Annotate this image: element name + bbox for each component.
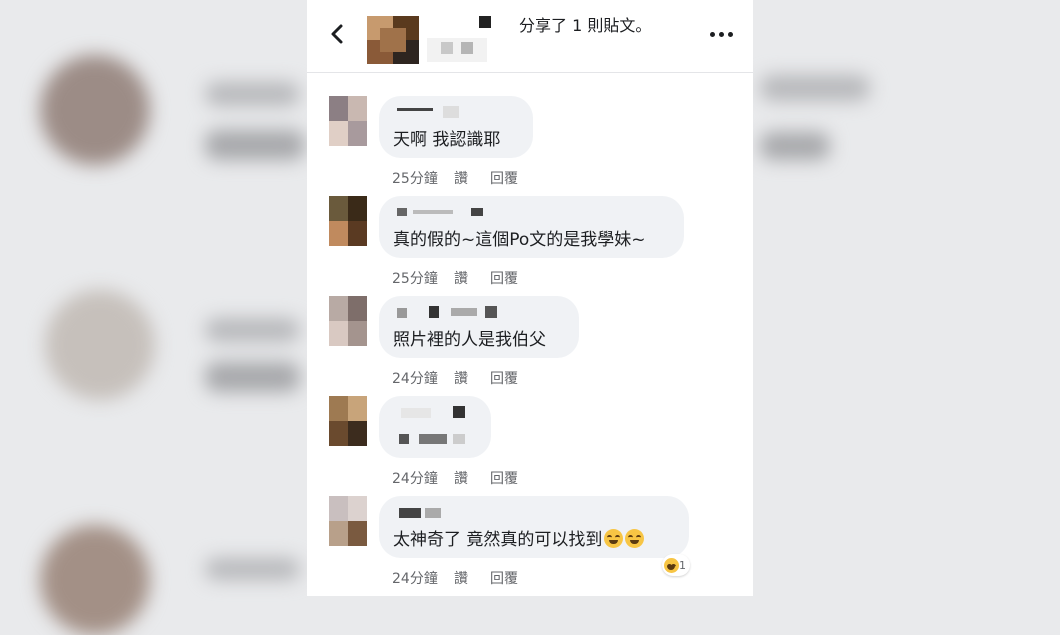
bg-bar <box>760 75 870 101</box>
avatar[interactable] <box>329 396 367 446</box>
like-button[interactable]: 讚 <box>454 368 490 388</box>
redacted-text <box>399 434 409 444</box>
back-arrow-icon[interactable] <box>327 20 349 48</box>
comment-text: 真的假的~這個Po文的是我學妹~ <box>393 230 646 250</box>
redacted-text <box>453 434 465 444</box>
haha-reaction-icon <box>664 557 679 573</box>
avatar[interactable] <box>367 16 419 64</box>
reply-button[interactable]: 回覆 <box>490 268 518 288</box>
bg-bar <box>205 558 300 580</box>
comment-text-body: 太神奇了 竟然真的可以找到 <box>393 530 603 550</box>
laughing-emoji-icon <box>604 529 624 548</box>
like-button[interactable]: 讚 <box>454 568 490 588</box>
like-button[interactable]: 讚 <box>454 468 490 488</box>
bg-avatar <box>40 525 150 635</box>
comment-time: 25分鐘 <box>392 171 438 187</box>
like-button[interactable]: 讚 <box>454 268 490 288</box>
bg-bar <box>205 130 305 160</box>
bg-bar <box>205 318 300 342</box>
avatar[interactable] <box>329 96 367 146</box>
comment-meta: 25分鐘讚回覆 <box>392 268 518 288</box>
avatar[interactable] <box>329 496 367 546</box>
comment-bubble[interactable]: 太神奇了 竟然真的可以找到 <box>379 496 689 558</box>
avatar[interactable] <box>329 196 367 246</box>
top-bar: 分享了 1 則貼文。 <box>307 0 753 73</box>
comment-text: 照片裡的人是我伯父 <box>393 330 546 350</box>
comment-bubble[interactable]: 照片裡的人是我伯父 <box>379 296 579 358</box>
comment-meta: 25分鐘讚回覆 <box>392 168 518 188</box>
bg-bar <box>205 362 300 392</box>
redacted-name <box>395 306 505 320</box>
reaction-count: 1 <box>679 558 686 572</box>
like-button[interactable]: 讚 <box>454 168 490 188</box>
reply-button[interactable]: 回覆 <box>490 468 518 488</box>
comment-time: 25分鐘 <box>392 271 438 287</box>
laughing-emoji-icon <box>625 529 645 548</box>
reply-button[interactable]: 回覆 <box>490 368 518 388</box>
comment-time: 24分鐘 <box>392 371 438 387</box>
redacted-name <box>427 14 519 66</box>
bg-bar <box>760 132 830 160</box>
comment-time: 24分鐘 <box>392 471 438 487</box>
reply-button[interactable]: 回覆 <box>490 568 518 588</box>
avatar[interactable] <box>329 296 367 346</box>
redacted-name <box>395 106 475 120</box>
comment-bubble[interactable]: 天啊 我認識耶 <box>379 96 533 158</box>
bg-bar <box>205 82 300 106</box>
redacted-name <box>395 506 455 520</box>
bg-avatar <box>40 55 150 165</box>
comment-screen: 分享了 1 則貼文。 天啊 我認識耶 25分鐘讚回覆 真的假的~這個Po文的是我… <box>307 0 753 596</box>
redacted-name <box>395 206 485 220</box>
comment-text: 太神奇了 竟然真的可以找到 <box>393 525 645 550</box>
redacted-text <box>419 434 447 444</box>
redacted-name <box>395 406 475 420</box>
comment-time: 24分鐘 <box>392 571 438 587</box>
header-title: 分享了 1 則貼文。 <box>519 16 652 35</box>
reply-button[interactable]: 回覆 <box>490 168 518 188</box>
reaction-badge[interactable]: 1 <box>662 554 690 576</box>
comment-bubble[interactable]: 真的假的~這個Po文的是我學妹~ <box>379 196 684 258</box>
comment-meta: 24分鐘讚回覆 <box>392 568 518 588</box>
comment-bubble[interactable] <box>379 396 491 458</box>
more-options-icon[interactable] <box>710 30 736 40</box>
bg-avatar <box>45 290 155 400</box>
comment-meta: 24分鐘讚回覆 <box>392 468 518 488</box>
comment-text: 天啊 我認識耶 <box>393 130 501 150</box>
comment-meta: 24分鐘讚回覆 <box>392 368 518 388</box>
